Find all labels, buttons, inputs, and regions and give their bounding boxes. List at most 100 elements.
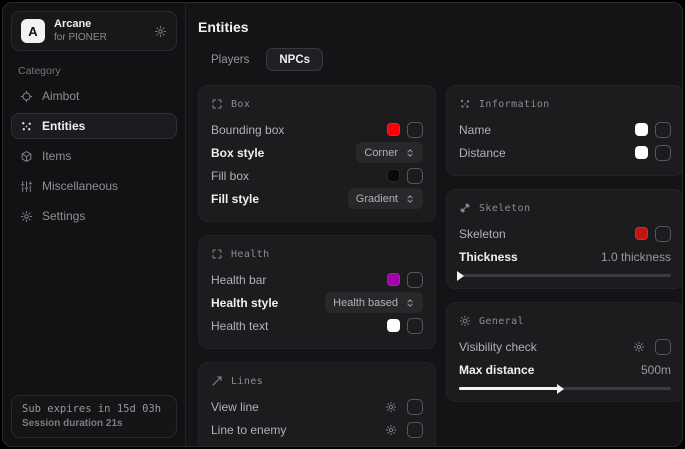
row-fill-style: Fill style Gradient [211, 187, 423, 210]
sidebar-item-label: Items [42, 149, 71, 163]
card-skeleton: Skeleton Skeleton Thickness 1.0 thicknes… [446, 189, 683, 289]
thickness-value: 1.0 thickness [601, 250, 671, 264]
bounding-box-color-swatch[interactable] [387, 123, 400, 136]
session-duration-text: Session duration 21s [22, 418, 166, 429]
max-distance-value: 500m [641, 363, 671, 377]
line-to-enemy-gear-icon[interactable] [385, 424, 397, 436]
skeleton-checkbox[interactable] [655, 226, 671, 242]
diagonal-line-icon [211, 375, 223, 387]
crosshair-icon [20, 90, 33, 103]
card-title: Information [479, 99, 550, 110]
card-health: Health Health bar Health style Health ba… [198, 235, 436, 349]
cards-grid: Box Bounding box Box style Corner [198, 85, 683, 447]
max-distance-slider-handle[interactable] [557, 384, 564, 394]
row-line-to-enemy: Line to enemy [211, 418, 423, 441]
card-health-header: Health [211, 245, 423, 263]
thickness-slider[interactable] [459, 274, 671, 277]
health-bar-color-swatch[interactable] [387, 273, 400, 286]
entities-scatter-icon [20, 120, 33, 133]
settings-gear-icon[interactable] [154, 25, 167, 38]
row-health-style: Health style Health based [211, 291, 423, 314]
box-style-dropdown[interactable]: Corner [356, 142, 423, 163]
bounding-box-checkbox[interactable] [407, 122, 423, 138]
health-text-checkbox[interactable] [407, 318, 423, 334]
left-column: Box Bounding box Box style Corner [198, 85, 436, 447]
unfold-icon [405, 194, 415, 204]
skeleton-color-swatch[interactable] [635, 227, 648, 240]
row-box-style: Box style Corner [211, 141, 423, 164]
row-name: Name [459, 118, 671, 141]
name-checkbox[interactable] [655, 122, 671, 138]
entity-tabs: Players NPCs [198, 48, 683, 71]
row-skeleton: Skeleton [459, 222, 671, 245]
sidebar-item-settings[interactable]: Settings [11, 203, 177, 229]
sliders-icon [20, 180, 33, 193]
sidebar-item-entities[interactable]: Entities [11, 113, 177, 139]
sidebar-item-items[interactable]: Items [11, 143, 177, 169]
sidebar-item-label: Miscellaneous [42, 179, 118, 193]
health-style-dropdown[interactable]: Health based [325, 292, 423, 313]
thickness-slider-handle[interactable] [457, 271, 464, 281]
fill-box-color-swatch[interactable] [387, 169, 400, 182]
sub-expires-text: Sub expires in 15d 03h [22, 403, 166, 415]
sidebar-item-label: Aimbot [42, 89, 79, 103]
sidebar-nav: Aimbot Entities Items Miscellaneous [11, 83, 177, 229]
unfold-icon [405, 148, 415, 158]
name-color-swatch[interactable] [635, 123, 648, 136]
row-bounding-box: Bounding box [211, 118, 423, 141]
row-view-line: View line [211, 395, 423, 418]
card-general-header: General [459, 312, 671, 330]
app-name: Arcane [54, 18, 145, 32]
card-title: General [479, 316, 524, 327]
card-skeleton-header: Skeleton [459, 199, 671, 217]
subscription-info-card: Sub expires in 15d 03h Session duration … [11, 395, 177, 438]
max-distance-slider[interactable] [459, 387, 671, 390]
brand-text: Arcane for PIONER [54, 18, 145, 44]
view-line-gear-icon[interactable] [385, 401, 397, 413]
sidebar-item-aimbot[interactable]: Aimbot [11, 83, 177, 109]
app-logo: A [21, 19, 45, 43]
fill-style-dropdown[interactable]: Gradient [348, 188, 423, 209]
line-to-enemy-checkbox[interactable] [407, 422, 423, 438]
visibility-check-gear-icon[interactable] [633, 341, 645, 353]
bone-icon [459, 202, 471, 214]
card-title: Skeleton [479, 203, 530, 214]
health-text-color-swatch[interactable] [387, 319, 400, 332]
arcane-window: A Arcane for PIONER Category Aimbot [2, 2, 683, 447]
thickness-slider-block: Thickness 1.0 thickness [459, 246, 671, 277]
cube-icon [20, 150, 33, 163]
card-title: Box [231, 99, 250, 110]
sidebar-item-label: Settings [42, 209, 85, 223]
row-distance: Distance [459, 141, 671, 164]
row-fill-box: Fill box [211, 164, 423, 187]
card-title: Health [231, 249, 270, 260]
category-label: Category [18, 65, 177, 77]
unfold-icon [405, 298, 415, 308]
view-line-checkbox[interactable] [407, 399, 423, 415]
max-distance-slider-block: Max distance 500m [459, 359, 671, 390]
right-column: Information Name Distance [446, 85, 683, 402]
health-bar-checkbox[interactable] [407, 272, 423, 288]
main-content: Entities Players NPCs Box Bounding box [186, 3, 683, 446]
brand-card: A Arcane for PIONER [11, 11, 177, 51]
distance-checkbox[interactable] [655, 145, 671, 161]
card-information: Information Name Distance [446, 85, 683, 176]
tab-npcs[interactable]: NPCs [266, 48, 323, 71]
tab-players[interactable]: Players [198, 48, 262, 71]
sidebar-item-miscellaneous[interactable]: Miscellaneous [11, 173, 177, 199]
gear-icon [20, 210, 33, 223]
distance-color-swatch[interactable] [635, 146, 648, 159]
corner-brackets-icon [211, 98, 223, 110]
corner-brackets-icon [211, 248, 223, 260]
sidebar: A Arcane for PIONER Category Aimbot [3, 3, 186, 446]
card-box-header: Box [211, 95, 423, 113]
visibility-check-checkbox[interactable] [655, 339, 671, 355]
card-title: Lines [231, 376, 263, 387]
card-general: General Visibility check Max [446, 302, 683, 402]
sun-icon [459, 315, 471, 327]
card-information-header: Information [459, 95, 671, 113]
app-subtitle: for PIONER [54, 32, 145, 45]
card-box: Box Bounding box Box style Corner [198, 85, 436, 222]
fill-box-checkbox[interactable] [407, 168, 423, 184]
card-lines-header: Lines [211, 372, 423, 390]
